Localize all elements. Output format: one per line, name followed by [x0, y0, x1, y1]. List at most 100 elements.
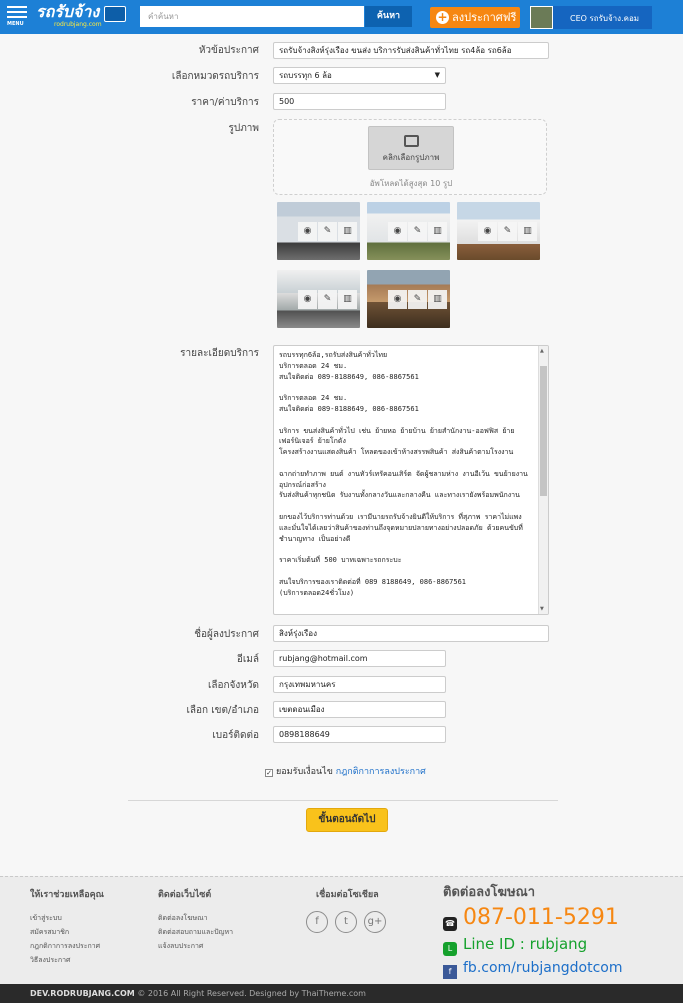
title-label: หัวข้อประกาศ: [198, 45, 259, 56]
textarea-scrollbar[interactable]: ▲ ▼: [538, 346, 548, 614]
image-thumbnail: ◉ ✎ ▥: [277, 270, 360, 328]
footer-link[interactable]: แจ้งลบประกาศ: [158, 939, 233, 953]
delete-icon[interactable]: ▥: [338, 290, 357, 309]
scroll-down-icon[interactable]: ▼: [540, 606, 544, 612]
image-thumbnail: ◉ ✎ ▥: [457, 202, 540, 260]
site-domain: DEV.RODRUBJANG.COM: [30, 989, 135, 998]
ads-line-row: L Line ID : rubjang: [443, 933, 673, 956]
footer-contact: ติดต่อเว็บไซต์ ติดต่อลงโฆษณา ติดต่อสอบถา…: [158, 887, 233, 953]
image-icon: [403, 135, 419, 147]
province-label: เลือกจังหวัด: [207, 680, 259, 691]
view-icon[interactable]: ◉: [298, 290, 317, 309]
pick-image-label: คลิกเลือกรูปภาพ: [382, 153, 440, 162]
dropdown-arrow-icon: ▼: [434, 71, 440, 79]
avatar: [530, 6, 553, 29]
scroll-up-icon[interactable]: ▲: [540, 348, 544, 354]
footer-link[interactable]: ติดต่อลงโฆษณา: [158, 911, 233, 925]
facebook-square-icon: f: [443, 965, 457, 979]
category-select[interactable]: รถบรรทุก 6 ล้อ ▼: [273, 67, 446, 84]
category-value: รถบรรทุก 6 ล้อ: [279, 71, 332, 80]
delete-icon[interactable]: ▥: [518, 222, 537, 241]
image-thumbnail: ◉ ✎ ▥: [367, 270, 450, 328]
copyright-bar: DEV.RODRUBJANG.COM © 2016 All Right Rese…: [0, 984, 683, 1003]
footer-contact-title: ติดต่อเว็บไซต์: [158, 890, 212, 900]
image-thumbnail: ◉ ✎ ▥: [277, 202, 360, 260]
view-icon[interactable]: ◉: [388, 290, 407, 309]
detail-textarea[interactable]: รถบรรทุก6ล้อ,รถรับส่งสินค้าทั่วไทย บริกา…: [273, 345, 549, 615]
line-icon: L: [443, 942, 457, 956]
divider: [128, 800, 558, 801]
poster-name-input[interactable]: สิงห์รุ่งเรือง: [273, 625, 549, 642]
search-button[interactable]: ค้นหา: [365, 6, 412, 27]
image-upload-zone[interactable]: คลิกเลือกรูปภาพ อัพโหลดได้สูงสุด 10 รูป: [273, 119, 547, 195]
footer-link[interactable]: ติดต่อสอบถามและปัญหา: [158, 925, 233, 939]
site-logo[interactable]: รถรับจ้าง rodrubjang.com: [36, 3, 126, 30]
search-input[interactable]: คำค้นหา: [140, 6, 364, 27]
phone-label: เบอร์ติดต่อ: [212, 730, 259, 741]
footer-link[interactable]: วิธีลงประกาศ: [30, 953, 104, 967]
footer-help: ให้เราช่วยเหลือคุณ เข้าสู่ระบบ สมัครสมาช…: [30, 887, 104, 967]
agree-row: ✓ ยอมรับเงื่อนไข กฎกติกาการลงประกาศ: [265, 764, 426, 778]
footer: ให้เราช่วยเหลือคุณ เข้าสู่ระบบ สมัครสมาช…: [0, 876, 683, 984]
category-label: เลือกหมวดรถบริการ: [171, 71, 259, 82]
detail-text: รถบรรทุก6ล้อ,รถรับส่งสินค้าทั่วไทย บริกา…: [279, 351, 528, 597]
title-input[interactable]: รถรับจ้างสิงห์รุ่งเรือง ขนส่ง บริการรับส…: [273, 42, 549, 59]
edit-icon[interactable]: ✎: [408, 290, 427, 309]
agree-checkbox[interactable]: ✓: [265, 769, 273, 777]
top-navbar: MENU รถรับจ้าง rodrubjang.com คำค้นหา ค้…: [0, 0, 683, 34]
email-label: อีเมล์: [236, 654, 259, 665]
footer-link[interactable]: สมัครสมาชิก: [30, 925, 104, 939]
ads-phone[interactable]: 087-011-5291: [463, 905, 619, 930]
post-ad-button[interactable]: + ลงประกาศฟรี: [430, 7, 520, 28]
google-plus-icon[interactable]: g+: [364, 911, 386, 933]
delete-icon[interactable]: ▥: [428, 290, 447, 309]
ads-fb[interactable]: fb.com/rubjangdotcom: [463, 960, 622, 976]
rules-link[interactable]: กฎกติกาการลงประกาศ: [336, 767, 426, 777]
plus-icon: +: [436, 10, 449, 24]
phone-input[interactable]: 0898188649: [273, 726, 446, 743]
footer-link[interactable]: กฎกติกาการลงประกาศ: [30, 939, 104, 953]
agree-text: ยอมรับเงื่อนไข: [276, 767, 333, 777]
footer-social-title: เชื่อมต่อโซเชียล: [316, 890, 379, 900]
phone-icon: ☎: [443, 917, 457, 931]
poster-label: ชื่อผู้ลงประกาศ: [194, 629, 259, 640]
ads-phone-row: ☎ 087-011-5291: [443, 904, 673, 932]
delete-icon[interactable]: ▥: [428, 222, 447, 241]
scroll-thumb[interactable]: [540, 366, 547, 496]
footer-link[interactable]: เข้าสู่ระบบ: [30, 911, 104, 925]
email-input[interactable]: rubjang@hotmail.com: [273, 650, 446, 667]
footer-social: เชื่อมต่อโซเชียล f t g+: [306, 887, 393, 933]
ads-fb-row: f fb.com/rubjangdotcom: [443, 958, 673, 979]
edit-icon[interactable]: ✎: [498, 222, 517, 241]
user-name: CEO รถรับจ้าง.คอม: [570, 14, 640, 23]
menu-label: MENU: [7, 21, 24, 27]
copyright-text: © 2016 All Right Reserved. Designed by T…: [137, 989, 366, 998]
upload-hint: อัพโหลดได้สูงสุด 10 รูป: [369, 179, 453, 188]
user-menu[interactable]: CEO รถรับจ้าง.คอม: [530, 6, 652, 29]
view-icon[interactable]: ◉: [478, 222, 497, 241]
edit-icon[interactable]: ✎: [408, 222, 427, 241]
edit-icon[interactable]: ✎: [318, 290, 337, 309]
footer-help-title: ให้เราช่วยเหลือคุณ: [30, 890, 105, 900]
price-label: ราคา/ค่าบริการ: [191, 97, 259, 108]
ads-line[interactable]: Line ID : rubjang: [463, 935, 587, 953]
facebook-icon[interactable]: f: [306, 911, 328, 933]
image-label: รูปภาพ: [228, 123, 259, 134]
delete-icon[interactable]: ▥: [338, 222, 357, 241]
next-step-button[interactable]: ขั้นตอนถัดไป: [306, 808, 388, 832]
menu-icon[interactable]: MENU: [7, 6, 27, 28]
view-icon[interactable]: ◉: [298, 222, 317, 241]
twitter-icon[interactable]: t: [335, 911, 357, 933]
pick-image-button[interactable]: คลิกเลือกรูปภาพ: [368, 126, 454, 170]
logo-subtext: rodrubjang.com: [54, 21, 102, 28]
price-input[interactable]: 500: [273, 93, 446, 110]
edit-icon[interactable]: ✎: [318, 222, 337, 241]
province-select[interactable]: กรุงเทพมหานคร: [273, 676, 446, 693]
ads-contact: ติดต่อลงโฆษณา ☎ 087-011-5291 L Line ID : r…: [443, 881, 673, 979]
district-select[interactable]: เขตดอนเมือง: [273, 701, 446, 718]
view-icon[interactable]: ◉: [388, 222, 407, 241]
district-label: เลือก เขต/อำเภอ: [186, 705, 259, 716]
post-ad-label: ลงประกาศฟรี: [452, 11, 517, 24]
truck-icon: [104, 6, 126, 22]
ads-title: ติดต่อลงโฆษณา: [443, 885, 536, 900]
